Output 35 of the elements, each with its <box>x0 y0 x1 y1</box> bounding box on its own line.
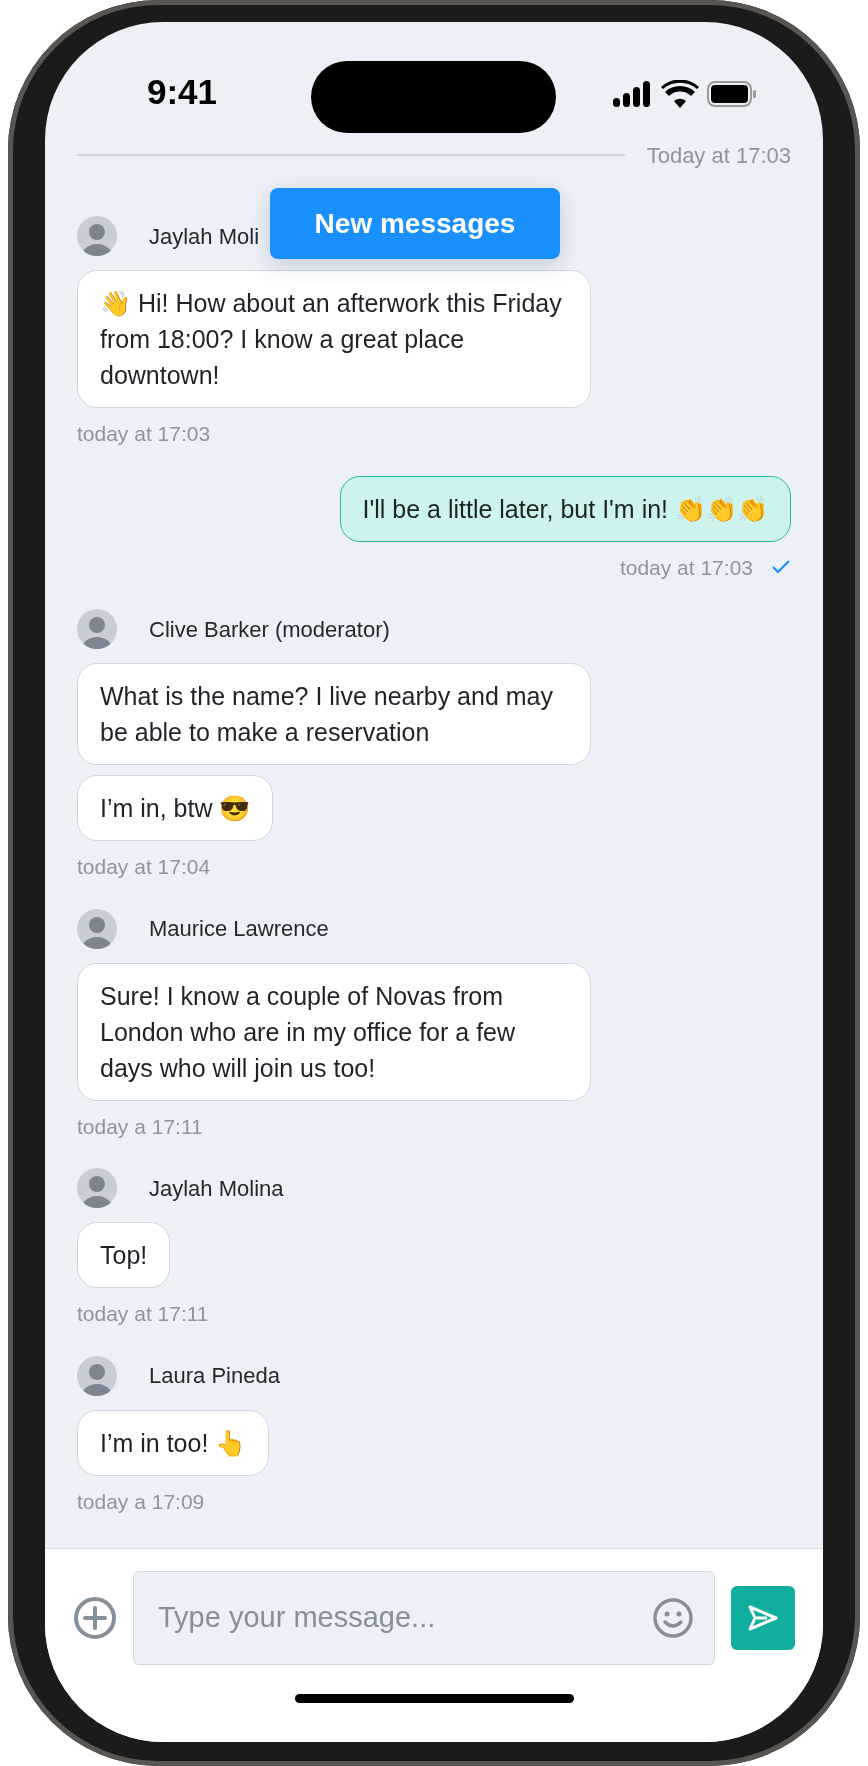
message-time: today a 17:09 <box>77 1488 205 1515</box>
message-input-field[interactable]: Type your message... <box>156 1595 652 1641</box>
message-bubble: I’m in, btw 😎 <box>77 775 274 841</box>
sender-name: Maurice Lawrence <box>149 915 329 943</box>
message-time: today at 17:03 <box>619 554 753 581</box>
message-time: today at 17:04 <box>77 854 211 880</box>
add-icon[interactable] <box>73 1596 117 1640</box>
message-time: today a 17:11 <box>77 1113 203 1140</box>
send-button[interactable] <box>731 1586 795 1650</box>
avatar <box>77 908 117 949</box>
message-bubble: I’m in too! 👆 <box>77 1409 270 1476</box>
wifi-icon <box>661 80 699 108</box>
sender-name: Jaylah Molina <box>149 1174 284 1203</box>
sender-name: Laura Pineda <box>149 1362 280 1390</box>
emoji-icon[interactable] <box>652 1597 694 1639</box>
avatar <box>77 609 117 649</box>
new-messages-button[interactable]: New messages <box>270 188 560 259</box>
status-time: 9:41 <box>147 74 218 109</box>
date-divider-label: Today at 17:03 <box>646 141 791 170</box>
message-bubble: Sure! I know a couple of Novas from London who are in my office for a few days who will join us too! <box>77 962 591 1101</box>
signal-icon <box>613 81 653 107</box>
sender-name: Jaylah Moli <box>149 222 260 251</box>
avatar <box>77 1168 117 1208</box>
battery-icon <box>707 81 757 107</box>
message-time: today at 17:11 <box>77 1301 209 1327</box>
message-field[interactable]: Type your message... <box>133 1571 715 1665</box>
avatar <box>77 216 117 256</box>
avatar <box>77 1355 117 1396</box>
message-bubble: I'll be a little later, but I'm in! 👏👏👏 <box>339 475 791 542</box>
message-bubble: Top! <box>77 1222 171 1288</box>
message-bubble: 👋 Hi! How about an afterwork this Friday from 18:00? I know a great place downtown! <box>77 270 591 408</box>
message-bubble: What is the name? I live nearby and may be able to make a reservation <box>77 663 591 765</box>
message-time: today at 17:03 <box>77 421 211 447</box>
send-icon <box>747 1604 779 1632</box>
sender-name: Clive Barker (moderator) <box>149 615 390 644</box>
